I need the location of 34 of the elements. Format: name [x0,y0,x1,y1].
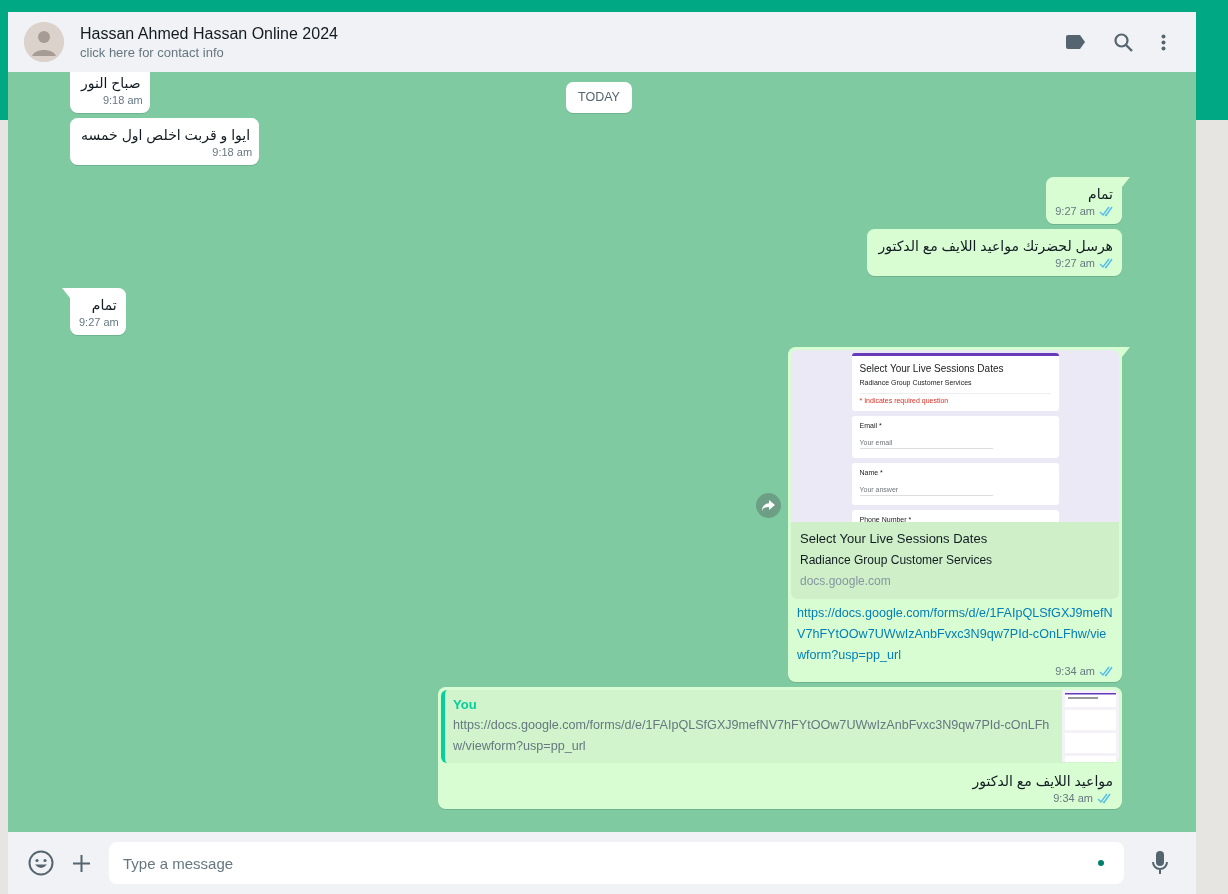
message-text: تمام [1087,185,1114,204]
label-icon[interactable] [1066,35,1086,49]
message-text: ايوا و قربت اخلص اول خمسه [80,126,252,145]
emoji-icon[interactable] [28,850,54,876]
status-dot [1098,860,1104,866]
form-title: Select Your Live Sessions Dates [859,362,1005,376]
message-input[interactable]: Type a message [109,842,1124,884]
date-chip: TODAY [566,82,632,113]
plus-icon[interactable] [72,853,91,873]
message-text: هرسل لحضرتك مواعيد اللايف مع الدكتور [877,237,1114,256]
preview-title: Select Your Live Sessions Dates [800,530,989,548]
message-time: 9:34 am [1053,790,1093,806]
search-icon[interactable] [1114,32,1133,52]
quote-text: https://docs.google.com/forms/d/e/1FAIpQLSfGXJ9mefNV7hFYtOOw7UWwIzAnbFvxc3N9qw7PId-cOnLFhw/viewform?usp=pp_url [453,716,1051,755]
quoted-message[interactable]: You https://docs.google.com/forms/d/e/1FAIpQLSfGXJ9mefNV7hFYtOOw7UWwIzAnbFvxc3N9qw7PId-cOnLFhw/viewform?usp=pp_url [441,690,1119,763]
contact-info-hint[interactable]: click here for contact info [80,43,1050,62]
forward-icon [762,500,775,511]
contact-name[interactable]: Hassan Ahmed Hassan Online 2024 [80,22,1050,44]
url-link[interactable]: https://docs.google.com/forms/d/e/1FAIpQLSfGXJ9mefNV7hFYtOOw7UWwIzAnbFvxc3N9qw7PId-cOnLFhw/viewform?usp=pp_url [791,599,1119,666]
message-text: مواعيد اللايف مع الدكتور [971,771,1114,791]
message-time: 9:27 am [1055,204,1095,219]
message-time: 9:34 am [1055,664,1095,679]
preview-domain: docs.google.com [800,573,892,590]
preview-description: Radiance Group Customer Services [800,552,994,569]
message-time: 9:27 am [79,315,119,330]
microphone-icon[interactable] [1152,851,1168,875]
message-text: تمام [90,296,118,315]
forward-button[interactable] [756,493,781,518]
message-time: 9:18 am [212,145,253,160]
message-text: صباح النور [79,74,142,93]
message-time: 9:18 am [102,93,143,108]
menu-icon[interactable] [1161,33,1166,51]
message-time: 9:27 am [1055,256,1095,271]
quote-author: You [453,696,478,714]
